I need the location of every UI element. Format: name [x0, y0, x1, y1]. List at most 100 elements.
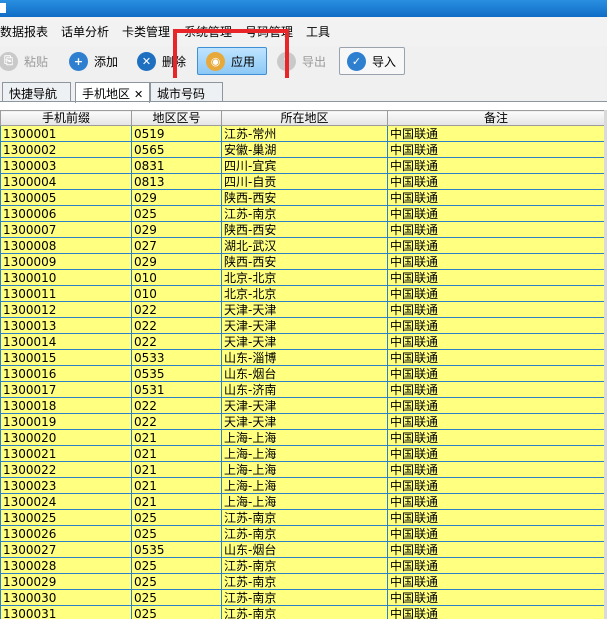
cell-remark[interactable]: 中国联通: [387, 573, 605, 590]
cell-mobile-prefix[interactable]: 1300018: [0, 397, 132, 414]
tab-quick-nav[interactable]: 快捷导航: [2, 82, 71, 102]
cell-region[interactable]: 天津-天津: [221, 413, 388, 430]
cell-mobile-prefix[interactable]: 1300021: [0, 445, 132, 462]
cell-region[interactable]: 江苏-南京: [221, 205, 388, 222]
cell-mobile-prefix[interactable]: 1300025: [0, 509, 132, 526]
cell-region[interactable]: 上海-上海: [221, 493, 388, 510]
cell-region[interactable]: 天津-天津: [221, 333, 388, 350]
cell-mobile-prefix[interactable]: 1300012: [0, 301, 132, 318]
table-row[interactable]: 1300011 010 北京-北京 中国联通: [0, 285, 605, 302]
cell-area-code[interactable]: 022: [131, 317, 222, 334]
cell-mobile-prefix[interactable]: 1300013: [0, 317, 132, 334]
cell-region[interactable]: 北京-北京: [221, 285, 388, 302]
table-row[interactable]: 1300012 022 天津-天津 中国联通: [0, 301, 605, 318]
cell-area-code[interactable]: 021: [131, 429, 222, 446]
cell-remark[interactable]: 中国联通: [387, 589, 605, 606]
menu-card-management[interactable]: 卡类管理: [122, 23, 170, 40]
cell-area-code[interactable]: 0533: [131, 349, 222, 366]
cell-remark[interactable]: 中国联通: [387, 253, 605, 270]
cell-area-code[interactable]: 022: [131, 397, 222, 414]
table-row[interactable]: 1300003 0831 四川-宜宾 中国联通: [0, 157, 605, 174]
cell-area-code[interactable]: 0519: [131, 125, 222, 142]
cell-area-code[interactable]: 027: [131, 237, 222, 254]
header-mobile-prefix[interactable]: 手机前缀: [0, 110, 132, 126]
menu-data-report[interactable]: 数据报表: [0, 23, 48, 40]
cell-area-code[interactable]: 025: [131, 573, 222, 590]
cell-remark[interactable]: 中国联通: [387, 141, 605, 158]
cell-area-code[interactable]: 025: [131, 509, 222, 526]
cell-area-code[interactable]: 025: [131, 605, 222, 619]
cell-area-code[interactable]: 025: [131, 589, 222, 606]
cell-area-code[interactable]: 021: [131, 445, 222, 462]
cell-area-code[interactable]: 0535: [131, 541, 222, 558]
cell-region[interactable]: 四川-宜宾: [221, 157, 388, 174]
cell-region[interactable]: 江苏-南京: [221, 525, 388, 542]
cell-mobile-prefix[interactable]: 1300026: [0, 525, 132, 542]
cell-remark[interactable]: 中国联通: [387, 541, 605, 558]
cell-mobile-prefix[interactable]: 1300023: [0, 477, 132, 494]
cell-region[interactable]: 上海-上海: [221, 429, 388, 446]
cell-region[interactable]: 上海-上海: [221, 461, 388, 478]
tab-city-code[interactable]: 城市号码: [150, 82, 223, 102]
cell-mobile-prefix[interactable]: 1300015: [0, 349, 132, 366]
cell-remark[interactable]: 中国联通: [387, 317, 605, 334]
cell-region[interactable]: 北京-北京: [221, 269, 388, 286]
table-row[interactable]: 1300019 022 天津-天津 中国联通: [0, 413, 605, 430]
cell-region[interactable]: 山东-烟台: [221, 365, 388, 382]
cell-remark[interactable]: 中国联通: [387, 509, 605, 526]
cell-remark[interactable]: 中国联通: [387, 189, 605, 206]
cell-mobile-prefix[interactable]: 1300005: [0, 189, 132, 206]
cell-mobile-prefix[interactable]: 1300016: [0, 365, 132, 382]
menu-call-analysis[interactable]: 话单分析: [61, 23, 109, 40]
table-row[interactable]: 1300027 0535 山东-烟台 中国联通: [0, 541, 605, 558]
table-row[interactable]: 1300009 029 陕西-西安 中国联通: [0, 253, 605, 270]
cell-remark[interactable]: 中国联通: [387, 333, 605, 350]
cell-remark[interactable]: 中国联通: [387, 461, 605, 478]
cell-region[interactable]: 陕西-西安: [221, 221, 388, 238]
table-row[interactable]: 1300007 029 陕西-西安 中国联通: [0, 221, 605, 238]
cell-remark[interactable]: 中国联通: [387, 381, 605, 398]
cell-mobile-prefix[interactable]: 1300017: [0, 381, 132, 398]
cell-region[interactable]: 江苏-南京: [221, 573, 388, 590]
cell-area-code[interactable]: 025: [131, 205, 222, 222]
cell-region[interactable]: 安徽-巢湖: [221, 141, 388, 158]
cell-mobile-prefix[interactable]: 1300014: [0, 333, 132, 350]
import-button[interactable]: ✓ 导入: [339, 47, 405, 75]
cell-mobile-prefix[interactable]: 1300022: [0, 461, 132, 478]
cell-remark[interactable]: 中国联通: [387, 157, 605, 174]
cell-remark[interactable]: 中国联通: [387, 605, 605, 619]
table-row[interactable]: 1300002 0565 安徽-巢湖 中国联通: [0, 141, 605, 158]
table-row[interactable]: 1300020 021 上海-上海 中国联通: [0, 429, 605, 446]
cell-mobile-prefix[interactable]: 1300019: [0, 413, 132, 430]
cell-remark[interactable]: 中国联通: [387, 125, 605, 142]
cell-area-code[interactable]: 021: [131, 477, 222, 494]
header-region[interactable]: 所在地区: [221, 110, 388, 126]
cell-mobile-prefix[interactable]: 1300024: [0, 493, 132, 510]
cell-mobile-prefix[interactable]: 1300009: [0, 253, 132, 270]
cell-region[interactable]: 山东-淄博: [221, 349, 388, 366]
cell-remark[interactable]: 中国联通: [387, 477, 605, 494]
cell-remark[interactable]: 中国联通: [387, 525, 605, 542]
table-row[interactable]: 1300023 021 上海-上海 中国联通: [0, 477, 605, 494]
cell-mobile-prefix[interactable]: 1300011: [0, 285, 132, 302]
table-row[interactable]: 1300031 025 江苏-南京 中国联通: [0, 605, 605, 619]
cell-mobile-prefix[interactable]: 1300001: [0, 125, 132, 142]
cell-remark[interactable]: 中国联通: [387, 205, 605, 222]
cell-remark[interactable]: 中国联通: [387, 269, 605, 286]
cell-area-code[interactable]: 029: [131, 189, 222, 206]
table-row[interactable]: 1300008 027 湖北-武汉 中国联通: [0, 237, 605, 254]
cell-region[interactable]: 江苏-南京: [221, 509, 388, 526]
cell-region[interactable]: 湖北-武汉: [221, 237, 388, 254]
cell-area-code[interactable]: 010: [131, 269, 222, 286]
paste-button[interactable]: ⎘ 粘贴: [0, 47, 50, 75]
table-row[interactable]: 1300030 025 江苏-南京 中国联通: [0, 589, 605, 606]
cell-area-code[interactable]: 0535: [131, 365, 222, 382]
cell-remark[interactable]: 中国联通: [387, 237, 605, 254]
cell-area-code[interactable]: 029: [131, 253, 222, 270]
cell-area-code[interactable]: 022: [131, 333, 222, 350]
table-row[interactable]: 1300006 025 江苏-南京 中国联通: [0, 205, 605, 222]
tab-close-icon[interactable]: ✕: [134, 88, 143, 101]
cell-mobile-prefix[interactable]: 1300030: [0, 589, 132, 606]
table-row[interactable]: 1300013 022 天津-天津 中国联通: [0, 317, 605, 334]
cell-region[interactable]: 江苏-南京: [221, 605, 388, 619]
